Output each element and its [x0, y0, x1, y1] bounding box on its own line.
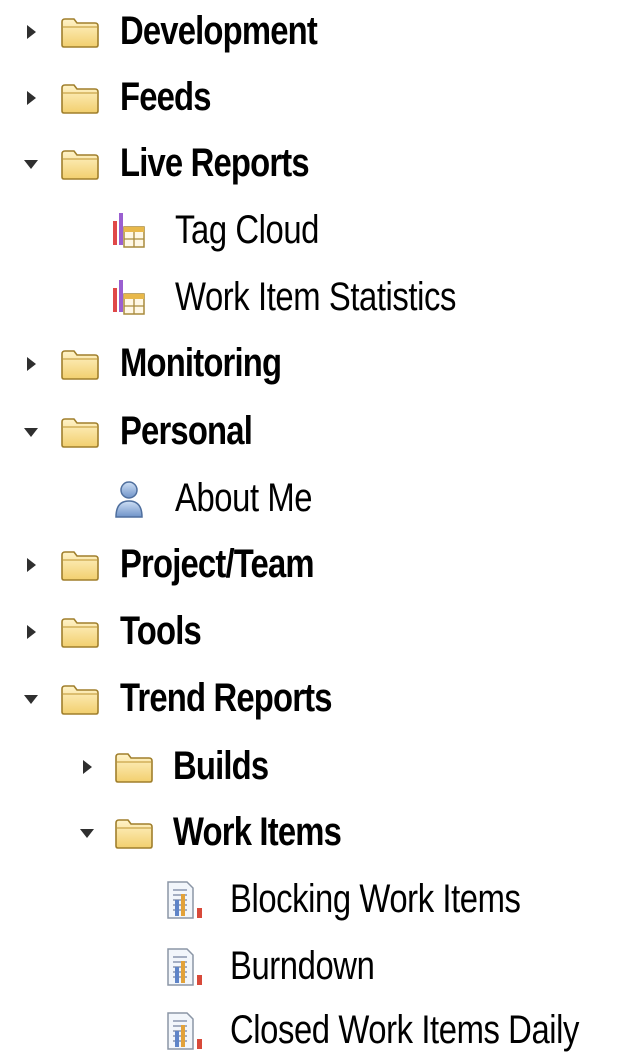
- tree-item-label: Development: [120, 9, 318, 54]
- tree-item-label: Tools: [120, 609, 202, 654]
- collapse-arrow-icon[interactable]: [78, 824, 96, 842]
- folder-icon: [60, 548, 100, 582]
- trend-report-icon: [165, 947, 205, 987]
- expand-arrow-icon[interactable]: [78, 758, 96, 776]
- expand-arrow-icon[interactable]: [22, 623, 40, 641]
- tree-item-label: Trend Reports: [120, 676, 333, 721]
- tree-item-label: Monitoring: [120, 341, 282, 386]
- folder-icon: [60, 81, 100, 115]
- folder-icon: [114, 816, 154, 850]
- folder-icon: [114, 750, 154, 784]
- live-report-icon: [112, 278, 146, 318]
- tree-item-label: Project/Team: [120, 542, 315, 587]
- trend-report-icon: [165, 880, 205, 920]
- tree-item-label: Personal: [120, 409, 253, 454]
- folder-icon: [60, 15, 100, 49]
- live-report-icon: [112, 211, 146, 251]
- tree-item-label: Builds: [173, 744, 269, 789]
- folder-icon: [60, 347, 100, 381]
- tree-item-label: About Me: [175, 476, 313, 521]
- expand-arrow-icon[interactable]: [22, 23, 40, 41]
- tree-item-label: Burndown: [230, 944, 375, 989]
- folder-icon: [60, 615, 100, 649]
- expand-arrow-icon[interactable]: [22, 556, 40, 574]
- tree-item-label: Closed Work Items Daily: [230, 1008, 580, 1053]
- user-icon: [112, 479, 146, 519]
- trend-report-icon: [165, 1011, 205, 1051]
- tree-item-label: Work Items: [173, 810, 342, 855]
- tree-item-label: Tag Cloud: [175, 208, 320, 253]
- folder-icon: [60, 682, 100, 716]
- collapse-arrow-icon[interactable]: [22, 155, 40, 173]
- tree-item-label: Feeds: [120, 75, 212, 120]
- collapse-arrow-icon[interactable]: [22, 690, 40, 708]
- collapse-arrow-icon[interactable]: [22, 423, 40, 441]
- report-tree: Development Feeds Live Reports Tag Cloud…: [0, 0, 619, 1052]
- folder-icon: [60, 415, 100, 449]
- tree-item-label: Work Item Statistics: [175, 275, 456, 320]
- tree-item-label: Blocking Work Items: [230, 877, 521, 922]
- expand-arrow-icon[interactable]: [22, 355, 40, 373]
- folder-icon: [60, 147, 100, 181]
- expand-arrow-icon[interactable]: [22, 89, 40, 107]
- tree-item-label: Live Reports: [120, 141, 310, 186]
